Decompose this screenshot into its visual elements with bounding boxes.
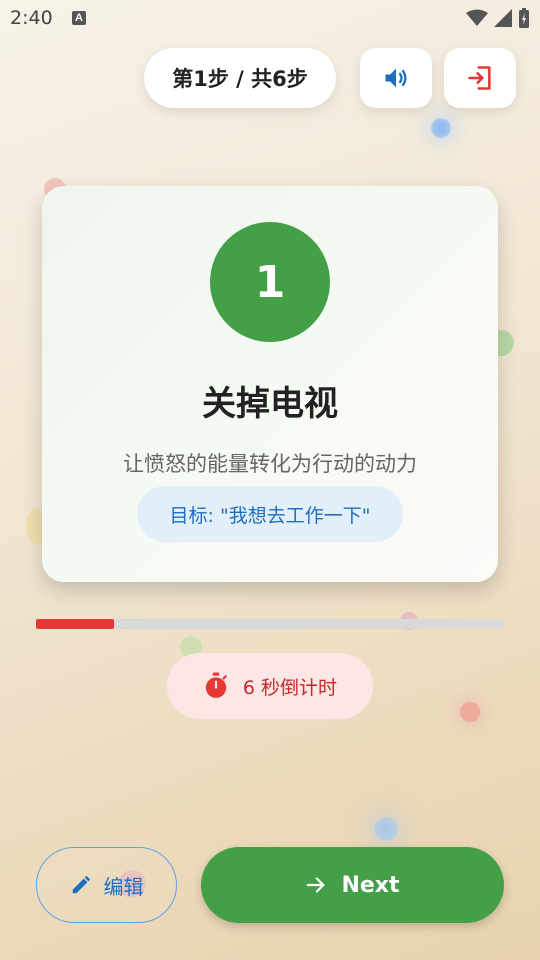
- next-button[interactable]: Next: [201, 847, 504, 923]
- step-description: 让愤怒的能量转化为行动的动力: [123, 452, 417, 476]
- volume-icon: [385, 68, 407, 88]
- signal-icon: [494, 9, 512, 27]
- status-time: 2:40: [10, 7, 53, 29]
- step-indicator: 第1步 / 共6步: [144, 48, 336, 108]
- goal-pill: 目标: "我想去工作一下": [137, 486, 403, 542]
- step-card: 1 关掉电视 让愤怒的能量转化为行动的动力 目标: "我想去工作一下": [42, 186, 498, 582]
- edit-label: 编辑: [103, 874, 144, 899]
- exit-button[interactable]: [444, 48, 516, 108]
- step-number-badge: 1: [210, 222, 330, 342]
- stopwatch-icon: [205, 672, 227, 698]
- decorative-bubble: [460, 702, 480, 722]
- step-title: 关掉电视: [202, 384, 338, 424]
- next-label: Next: [341, 872, 400, 898]
- decorative-bubble: [374, 817, 398, 841]
- decorative-bubble: [431, 118, 451, 138]
- edit-button[interactable]: 编辑: [36, 847, 177, 923]
- timer-label: 6 秒倒计时: [242, 676, 338, 699]
- sound-button[interactable]: [360, 48, 432, 108]
- pencil-icon: [72, 875, 90, 894]
- wifi-icon: [466, 9, 488, 26]
- battery-icon: [519, 8, 529, 28]
- progress-bar: [36, 619, 504, 629]
- status-icons: [466, 8, 530, 28]
- progress-fill: [36, 619, 114, 629]
- status-bar: 2:40 A: [0, 0, 540, 36]
- notification-icon: A: [72, 11, 86, 25]
- exit-icon: [468, 66, 491, 90]
- countdown-timer: 6 秒倒计时: [167, 653, 373, 719]
- arrow-right-icon: [307, 877, 325, 893]
